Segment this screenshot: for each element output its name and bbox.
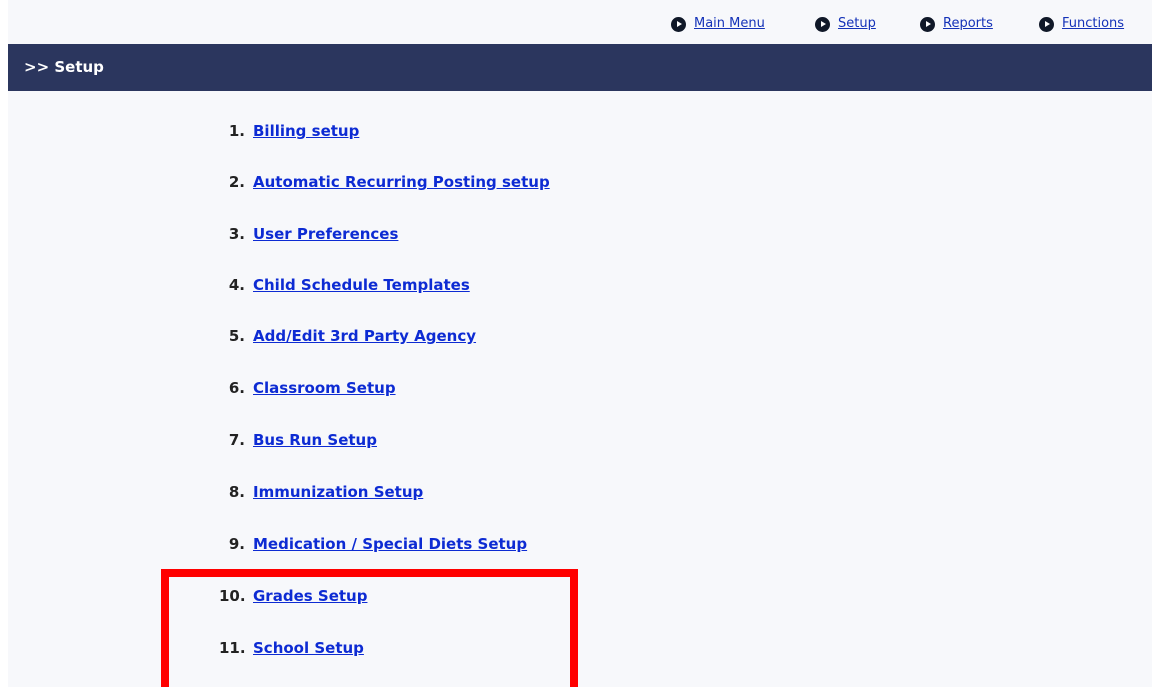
item-number: 9. — [228, 535, 245, 553]
top-navigation: Main Menu Setup Reports Functions — [8, 0, 1152, 44]
list-item: 1. Billing setup — [219, 121, 359, 141]
page-title-bar: >> Setup — [8, 44, 1152, 91]
billing-setup-link[interactable]: Billing setup — [253, 122, 359, 140]
item-number: 1. — [228, 122, 245, 140]
circle-arrow-right-icon — [920, 16, 935, 32]
setup-page: Main Menu Setup Reports Functions >> Set… — [0, 0, 1152, 687]
setup-link[interactable]: Setup — [838, 16, 876, 32]
list-item: 6. Classroom Setup — [219, 378, 396, 398]
nav-reports[interactable]: Reports — [920, 16, 993, 32]
circle-arrow-right-icon — [671, 16, 686, 32]
list-item: 2. Automatic Recurring Posting setup — [219, 172, 550, 192]
classroom-setup-link[interactable]: Classroom Setup — [253, 379, 396, 397]
immunization-setup-link[interactable]: Immunization Setup — [253, 483, 423, 501]
highlight-annotation-box — [161, 569, 578, 687]
main-menu-link[interactable]: Main Menu — [694, 16, 765, 32]
bus-run-setup-link[interactable]: Bus Run Setup — [253, 431, 377, 449]
item-number: 7. — [228, 431, 245, 449]
user-preferences-link[interactable]: User Preferences — [253, 225, 398, 243]
item-number: 5. — [228, 327, 245, 345]
list-item: 9. Medication / Special Diets Setup — [219, 534, 527, 554]
circle-arrow-right-icon — [1039, 16, 1054, 32]
child-schedule-templates-link[interactable]: Child Schedule Templates — [253, 276, 470, 294]
item-number: 2. — [228, 173, 245, 191]
item-number: 3. — [228, 225, 245, 243]
list-item: 4. Child Schedule Templates — [219, 275, 470, 295]
medication-special-diets-link[interactable]: Medication / Special Diets Setup — [253, 535, 527, 553]
functions-link[interactable]: Functions — [1062, 16, 1124, 32]
item-number: 6. — [228, 379, 245, 397]
circle-arrow-right-icon — [815, 16, 830, 32]
item-number: 8. — [228, 483, 245, 501]
page-title: >> Setup — [24, 58, 104, 76]
automatic-recurring-posting-link[interactable]: Automatic Recurring Posting setup — [253, 173, 550, 191]
nav-setup[interactable]: Setup — [815, 16, 876, 32]
list-item: 7. Bus Run Setup — [219, 430, 377, 450]
nav-functions[interactable]: Functions — [1039, 16, 1124, 32]
nav-main-menu[interactable]: Main Menu — [671, 16, 765, 32]
list-item: 5. Add/Edit 3rd Party Agency — [219, 326, 476, 346]
item-number: 4. — [228, 276, 245, 294]
list-item: 8. Immunization Setup — [219, 482, 423, 502]
reports-link[interactable]: Reports — [943, 16, 993, 32]
third-party-agency-link[interactable]: Add/Edit 3rd Party Agency — [253, 327, 476, 345]
list-item: 3. User Preferences — [219, 224, 399, 244]
